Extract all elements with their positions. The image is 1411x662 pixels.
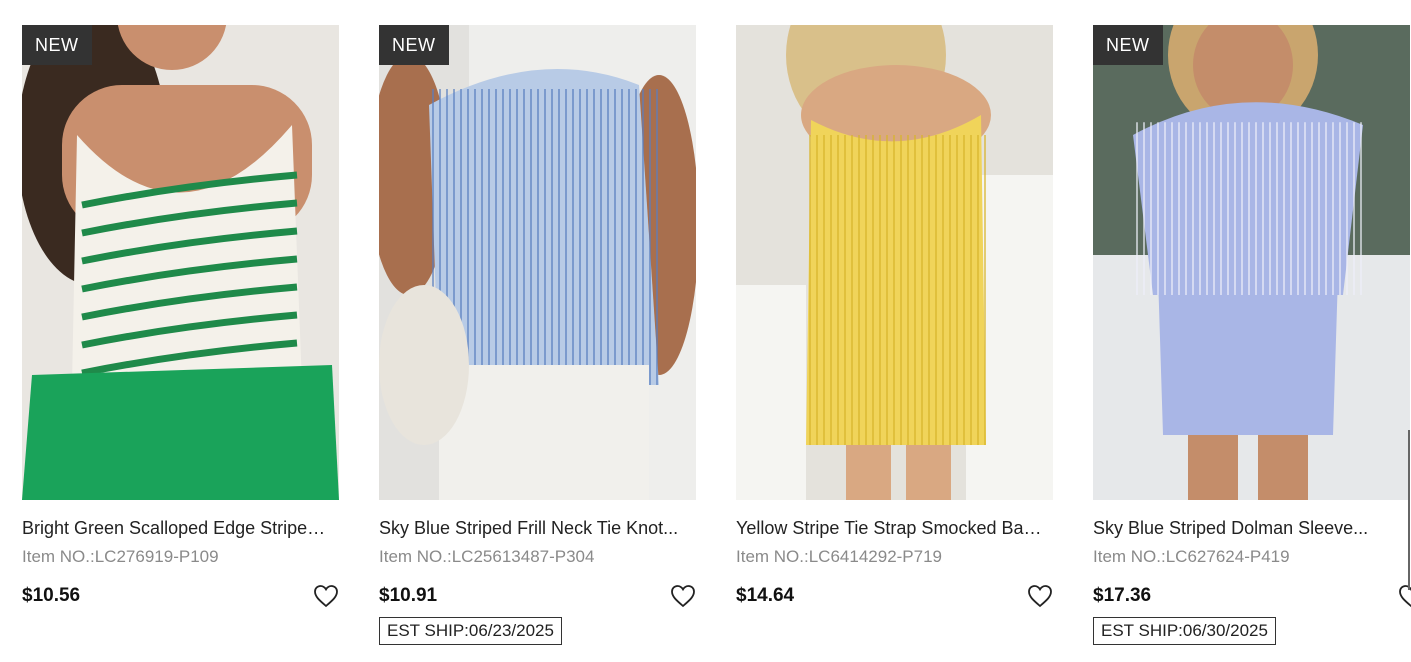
product-image[interactable]: NEW (1093, 25, 1410, 500)
price-row: $14.64 (736, 584, 1053, 608)
product-photo (22, 25, 339, 500)
product-title[interactable]: Bright Green Scalloped Edge Striped... (22, 517, 332, 539)
product-title[interactable]: Sky Blue Striped Frill Neck Tie Knot... (379, 517, 689, 539)
product-price: $10.56 (22, 585, 81, 606)
price-row: $17.36 (1093, 584, 1411, 608)
new-badge: NEW (1093, 25, 1163, 65)
product-card[interactable]: Yellow Stripe Tie Strap Smocked Bac... I… (736, 25, 1053, 608)
price-row: $10.91 (379, 584, 696, 608)
product-title[interactable]: Yellow Stripe Tie Strap Smocked Bac... (736, 517, 1046, 539)
est-ship-date: EST SHIP:06/30/2025 (1093, 617, 1276, 645)
price-row: $10.56 (22, 584, 339, 608)
item-number: Item NO.:LC276919-P109 (22, 547, 219, 566)
item-number: Item NO.:LC627624-P419 (1093, 547, 1290, 566)
product-price: $10.91 (379, 585, 438, 606)
product-card[interactable]: NEW Sky Blue Striped Frill Neck Tie Knot… (379, 25, 696, 645)
est-ship-date: EST SHIP:06/23/2025 (379, 617, 562, 645)
item-number: Item NO.:LC25613487-P304 (379, 547, 595, 566)
product-price: $17.36 (1093, 585, 1152, 606)
new-badge: NEW (22, 25, 92, 65)
product-card[interactable]: NEW Bright Green Scalloped Edge Striped.… (22, 25, 339, 608)
heart-icon[interactable] (313, 584, 339, 608)
product-image[interactable]: NEW (379, 25, 696, 500)
product-price: $14.64 (736, 585, 795, 606)
new-badge: NEW (379, 25, 449, 65)
item-number: Item NO.:LC6414292-P719 (736, 547, 943, 566)
product-photo (379, 25, 696, 500)
heart-icon[interactable] (670, 584, 696, 608)
product-title[interactable]: Sky Blue Striped Dolman Sleeve... (1093, 517, 1403, 539)
product-image[interactable] (736, 25, 1053, 500)
scrollbar-edge[interactable] (1408, 430, 1410, 590)
product-photo (1093, 25, 1410, 500)
product-photo (736, 25, 1053, 500)
product-image[interactable]: NEW (22, 25, 339, 500)
product-grid: NEW Bright Green Scalloped Edge Striped.… (0, 0, 1411, 662)
heart-icon[interactable] (1027, 584, 1053, 608)
product-card[interactable]: NEW Sky Blue Striped Dolman Sleeve... It… (1093, 25, 1411, 645)
